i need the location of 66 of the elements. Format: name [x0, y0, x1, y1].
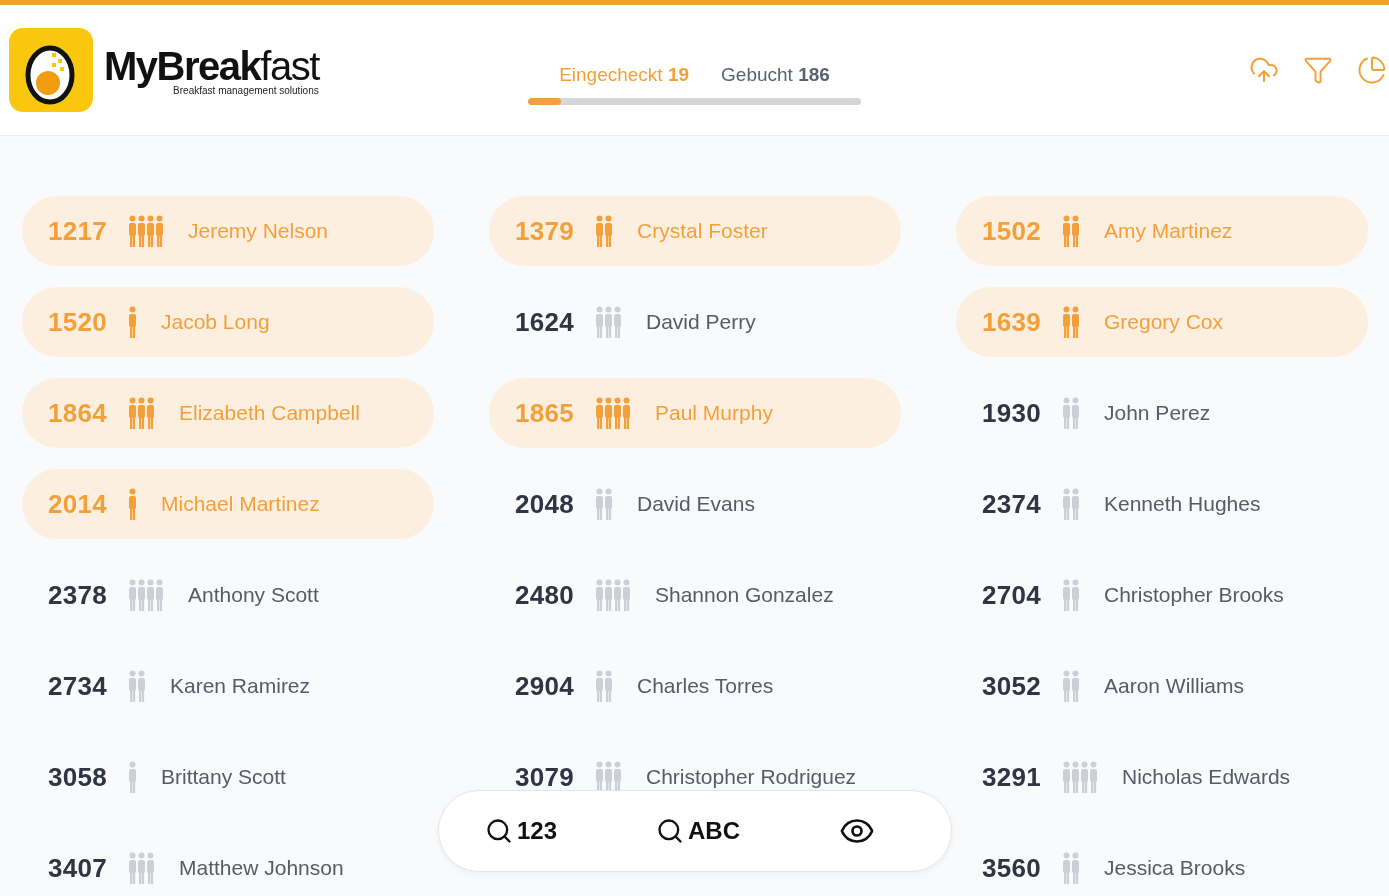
- room-card[interactable]: 2014 Michael Martinez: [22, 469, 434, 539]
- room-number: 3079: [515, 761, 576, 793]
- egg-logo-icon: [8, 27, 94, 113]
- room-number: 1930: [982, 397, 1043, 429]
- room-number: 2378: [48, 579, 109, 611]
- guest-name: Karen Ramirez: [170, 674, 311, 698]
- room-number: 1624: [515, 306, 576, 338]
- pie-chart-icon[interactable]: [1357, 55, 1387, 85]
- cloud-upload-icon[interactable]: [1249, 55, 1279, 85]
- room-card[interactable]: 1639 Gregory Cox: [956, 287, 1368, 357]
- search-icon: [656, 817, 684, 845]
- guest-name: Paul Murphy: [655, 401, 773, 425]
- guest-name: Jacob Long: [161, 310, 270, 334]
- tab[interactable]: Eingecheckt 19: [559, 63, 690, 86]
- guest-name: Jessica Brooks: [1104, 856, 1246, 880]
- room-number: 3052: [982, 670, 1043, 702]
- room-card[interactable]: 1502 Amy Martinez: [956, 196, 1368, 266]
- guest-name: Aaron Williams: [1104, 674, 1245, 698]
- search-icon: [485, 817, 513, 845]
- filter-icon[interactable]: [1303, 55, 1333, 85]
- room-number: 2904: [515, 670, 576, 702]
- room-number: 1520: [48, 306, 109, 338]
- guest-name: Brittany Scott: [161, 765, 286, 789]
- number-search-button[interactable]: 123: [485, 817, 558, 845]
- room-number: 2048: [515, 488, 576, 520]
- room-number: 3058: [48, 761, 109, 793]
- guest-name: Shannon Gonzalez: [655, 583, 834, 607]
- room-number: 2704: [982, 579, 1043, 611]
- room-number: 1639: [982, 306, 1043, 338]
- room-card[interactable]: 1864 Elizabeth Campbell: [22, 378, 434, 448]
- room-number: 3560: [982, 852, 1043, 884]
- name-search-button[interactable]: ABC: [656, 817, 740, 845]
- room-number: 1864: [48, 397, 109, 429]
- guest-name: Christopher Rodriguez: [646, 765, 857, 789]
- guest-name: Amy Martinez: [1104, 219, 1233, 243]
- guest-name: Gregory Cox: [1104, 310, 1224, 334]
- guest-name: John Perez: [1104, 401, 1211, 425]
- guest-name: Crystal Foster: [637, 219, 768, 243]
- brand-tagline: Breakfast management solutions: [173, 84, 319, 96]
- room-number: 2734: [48, 670, 109, 702]
- room-number: 1865: [515, 397, 576, 429]
- guest-name: David Perry: [646, 310, 756, 334]
- guest-name: Elizabeth Campbell: [179, 401, 360, 425]
- room-card[interactable]: 1379 Crystal Foster: [489, 196, 901, 266]
- guest-name: David Evans: [637, 492, 755, 516]
- room-number: 3407: [48, 852, 109, 884]
- room-number: 1502: [982, 215, 1043, 247]
- room-number: 2480: [515, 579, 576, 611]
- brand-name: MyBreakfast: [104, 44, 319, 87]
- room-card[interactable]: 1520 Jacob Long: [22, 287, 434, 357]
- guest-name: Christopher Brooks: [1104, 583, 1284, 607]
- guest-name: Anthony Scott: [188, 583, 319, 607]
- room-number: 2014: [48, 488, 109, 520]
- guest-name: Nicholas Edwards: [1122, 765, 1291, 789]
- tab[interactable]: Gebucht 186: [721, 63, 830, 86]
- room-number: 2374: [982, 488, 1043, 520]
- room-number: 1217: [48, 215, 109, 247]
- room-card[interactable]: 1217 Jeremy Nelson: [22, 196, 434, 266]
- guest-name: Matthew Johnson: [179, 856, 344, 880]
- guest-name: Kenneth Hughes: [1104, 492, 1261, 516]
- room-number: 3291: [982, 761, 1043, 793]
- room-number: 1379: [515, 215, 576, 247]
- guest-name: Michael Martinez: [161, 492, 320, 516]
- guest-name: Jeremy Nelson: [188, 219, 329, 243]
- guest-name: Charles Torres: [637, 674, 774, 698]
- room-card[interactable]: 1865 Paul Murphy: [489, 378, 901, 448]
